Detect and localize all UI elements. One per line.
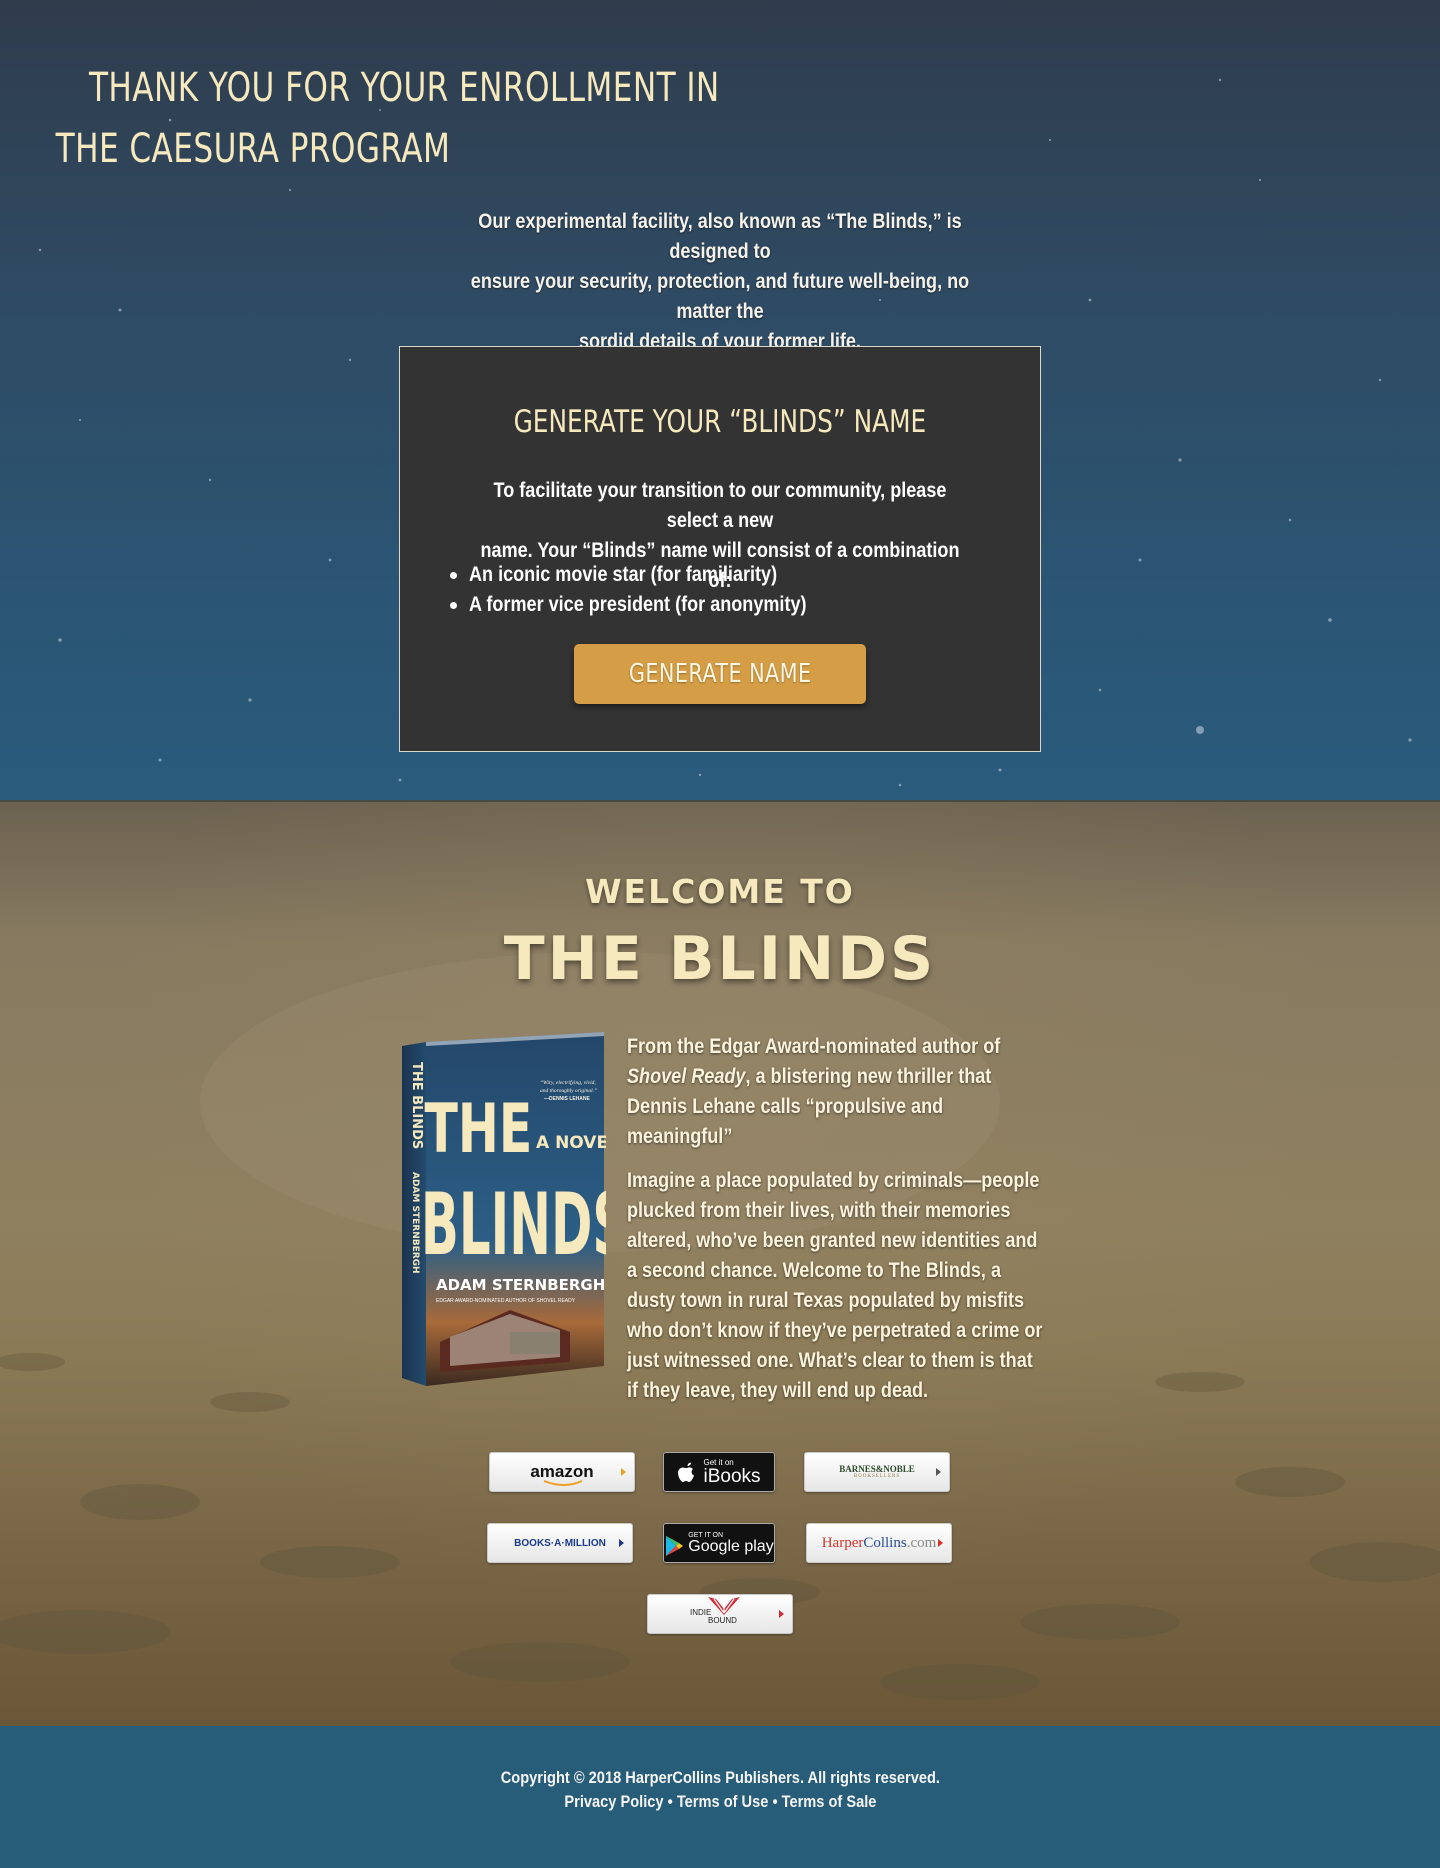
welcome-heading-big: THE BLINDS bbox=[503, 924, 937, 994]
intro-text: Our experimental facility, also known as… bbox=[420, 207, 1020, 357]
indiebound-label-2: BOUND bbox=[708, 1616, 737, 1625]
generator-text-line-1: To facilitate your transition to our com… bbox=[493, 479, 947, 532]
ibooks-buy-button[interactable]: Get it on iBooks bbox=[663, 1452, 775, 1492]
barnes-noble-buy-button[interactable]: BARNES&NOBLE BOOKSELLERS bbox=[804, 1452, 950, 1492]
spine-title: THE BLINDS bbox=[409, 1062, 424, 1149]
intro-line-2: ensure your security, protection, and fu… bbox=[470, 270, 970, 323]
copyright-label: Copyright © 2018 HarperCollins Publisher… bbox=[500, 1768, 940, 1787]
footer-links: Privacy Policy • Terms of Use • Terms of… bbox=[0, 1792, 1440, 1812]
books-a-million-buy-button[interactable]: BOOKS·A·MILLION bbox=[487, 1523, 633, 1563]
amazon-smile-icon bbox=[543, 1480, 583, 1486]
book-section: WELCOME TO THE BLINDS THE BLINDS ADAM ST… bbox=[0, 802, 1440, 1726]
spine-author: ADAM STERNBERGH bbox=[410, 1172, 420, 1274]
separator: • bbox=[667, 1792, 673, 1811]
cover-quote-line: and thoroughly original.” bbox=[540, 1088, 597, 1094]
terms-of-use-link[interactable]: Terms of Use bbox=[676, 1792, 768, 1811]
terms-of-sale-link[interactable]: Terms of Sale bbox=[781, 1792, 876, 1811]
intro-line-1: Our experimental facility, also known as… bbox=[478, 210, 962, 263]
chevron-right-icon bbox=[621, 1468, 626, 1476]
cover-subtitle: A NOVEL bbox=[536, 1133, 606, 1153]
site-footer: Copyright © 2018 HarperCollins Publisher… bbox=[0, 1726, 1440, 1868]
hc-logo-part-1: Harper bbox=[821, 1534, 864, 1551]
name-components-list: An iconic movie star (for familiarity) A… bbox=[450, 560, 861, 620]
cover-quote: “Wiry, electrifying, vivid, bbox=[540, 1079, 596, 1086]
blurb-paragraph-1: From the Edgar Award-nominated author of… bbox=[627, 1032, 1047, 1152]
cover-title-blinds: BLINDS bbox=[421, 1174, 606, 1274]
bam-logo: BOOKS·A·MILLION bbox=[514, 1537, 606, 1549]
list-item: An iconic movie star (for familiarity) bbox=[450, 560, 861, 590]
google-play-label: Google play bbox=[688, 1537, 774, 1555]
headline-line-2: THE CAESURA PROGRAM bbox=[55, 126, 451, 172]
cover-quote-attrib: —DENNIS LEHANE bbox=[544, 1096, 591, 1102]
amazon-buy-button[interactable]: amazon bbox=[489, 1452, 635, 1492]
google-play-icon bbox=[666, 1536, 684, 1556]
headline-line-1: THANK YOU FOR YOUR ENROLLMENT IN bbox=[88, 65, 720, 111]
page-headline: THANK YOU FOR YOUR ENROLLMENT IN THE CAE… bbox=[0, 58, 1440, 180]
blurb-p1-text: From the Edgar Award-nominated author of bbox=[627, 1035, 1001, 1058]
chevron-right-icon bbox=[936, 1468, 941, 1476]
copyright-text: Copyright © 2018 HarperCollins Publisher… bbox=[0, 1768, 1440, 1788]
generator-title: GENERATE YOUR “BLINDS” NAME bbox=[0, 400, 1440, 444]
cover-tagline: EDGAR AWARD-NOMINATED AUTHOR OF SHOVEL R… bbox=[436, 1298, 576, 1304]
bn-logo-sub: BOOKSELLERS bbox=[853, 1474, 901, 1479]
chevron-right-icon bbox=[779, 1610, 784, 1618]
chevron-right-icon bbox=[938, 1539, 943, 1547]
cover-author: ADAM STERNBERGH bbox=[436, 1276, 605, 1294]
generate-name-button[interactable]: GENERATE NAME bbox=[574, 644, 866, 704]
chevron-right-icon bbox=[619, 1539, 624, 1547]
cover-title-the: THE bbox=[424, 1089, 532, 1168]
ibooks-label: iBooks bbox=[703, 1465, 761, 1487]
book-cover-image: THE BLINDS ADAM STERNBERGH “Wiry, electr… bbox=[402, 1032, 606, 1386]
bn-logo: BARNES&NOBLE bbox=[839, 1464, 915, 1474]
harpercollins-logo: HarperCollins.com bbox=[822, 1535, 937, 1552]
hc-logo-part-3: .com bbox=[906, 1534, 937, 1551]
hc-logo-part-2: Collins bbox=[863, 1534, 907, 1551]
generator-title-text: GENERATE YOUR “BLINDS” NAME bbox=[513, 404, 927, 440]
enrollment-section: THANK YOU FOR YOUR ENROLLMENT IN THE CAE… bbox=[0, 0, 1440, 802]
generate-name-label: GENERATE NAME bbox=[628, 659, 812, 689]
indiebound-buy-button[interactable]: INDIE BOUND bbox=[647, 1594, 793, 1634]
blurb-p1-book-title: Shovel Ready bbox=[627, 1065, 746, 1088]
privacy-policy-link[interactable]: Privacy Policy bbox=[564, 1792, 663, 1811]
harpercollins-buy-button[interactable]: HarperCollins.com bbox=[806, 1523, 952, 1563]
apple-icon bbox=[678, 1462, 695, 1482]
separator: • bbox=[772, 1792, 778, 1811]
list-item: A former vice president (for anonymity) bbox=[450, 590, 861, 620]
blurb-paragraph-2: Imagine a place populated by criminals—p… bbox=[627, 1169, 1043, 1402]
google-play-buy-button[interactable]: GET IT ON Google play bbox=[663, 1523, 775, 1563]
book-blurb: From the Edgar Award-nominated author of… bbox=[627, 1032, 1047, 1406]
list-item-text: An iconic movie star (for familiarity) bbox=[469, 563, 778, 586]
list-item-text: A former vice president (for anonymity) bbox=[469, 593, 807, 616]
welcome-heading-small: WELCOME TO bbox=[585, 872, 855, 911]
